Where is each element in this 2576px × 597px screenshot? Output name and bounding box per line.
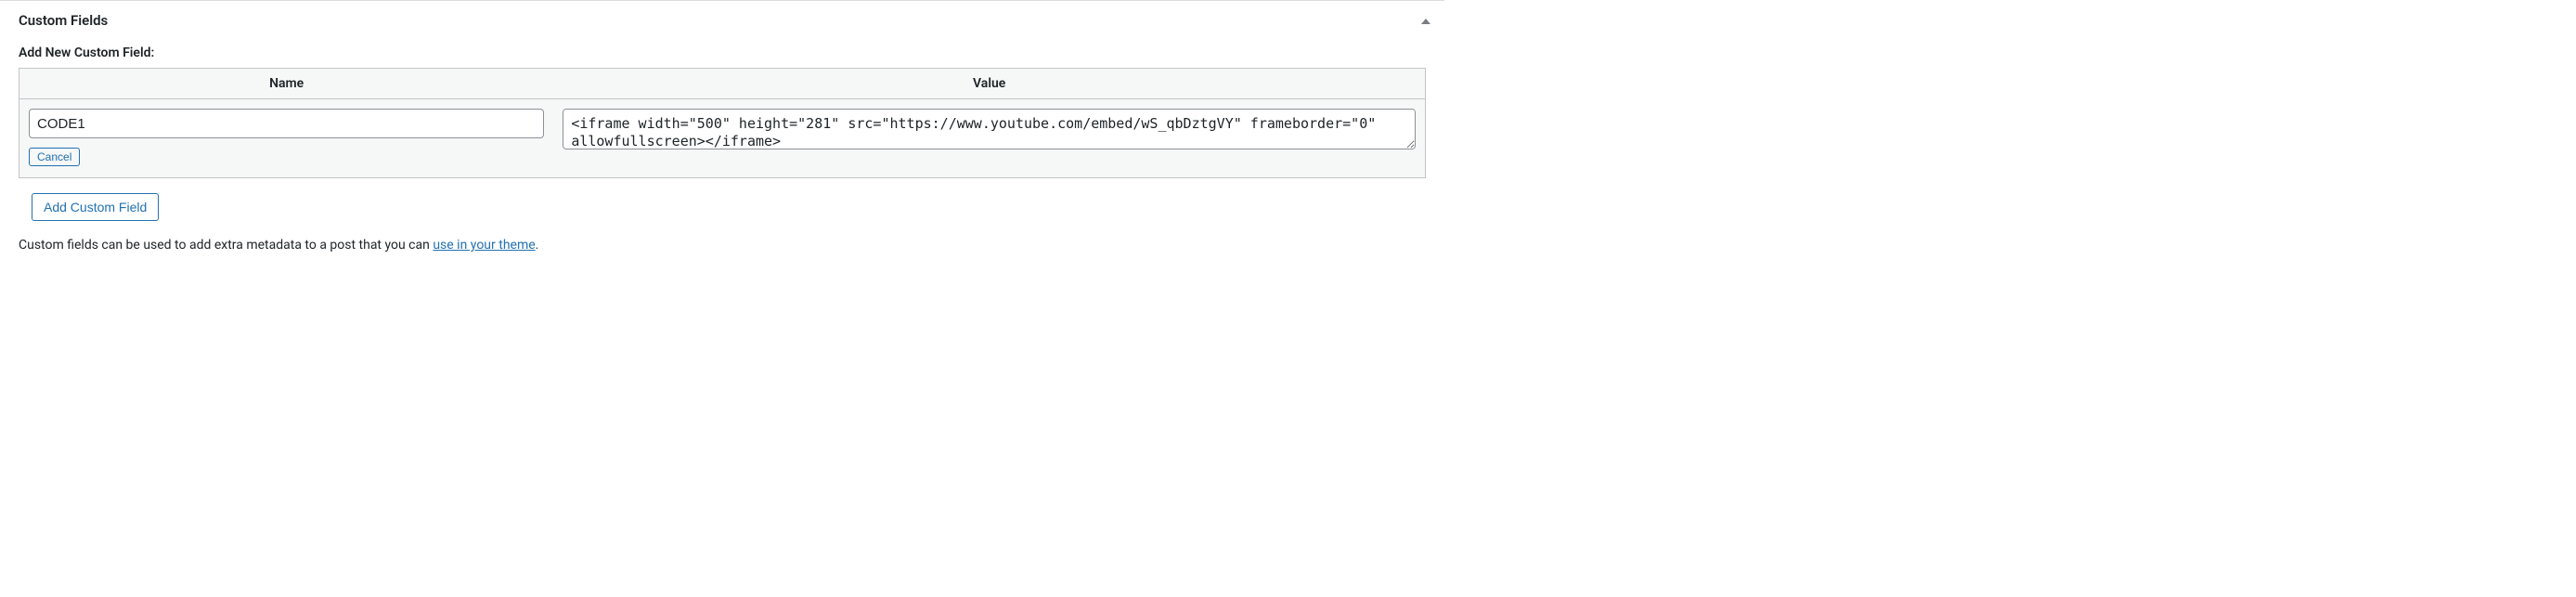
collapse-panel-button[interactable] (1413, 8, 1439, 34)
triangle-up-icon (1421, 15, 1430, 29)
add-custom-field-button[interactable]: Add Custom Field (32, 193, 159, 221)
field-name-input[interactable] (29, 109, 544, 138)
cancel-button[interactable]: Cancel (29, 148, 80, 166)
custom-field-table: Name Value Cancel (19, 68, 1426, 178)
column-header-name: Name (19, 69, 553, 99)
theme-docs-link[interactable]: use in your theme (433, 238, 535, 253)
description-suffix: . (536, 238, 539, 253)
description-text: Custom fields can be used to add extra m… (19, 238, 1426, 253)
field-value-textarea[interactable] (563, 109, 1416, 149)
panel-title: Custom Fields (19, 12, 1426, 29)
custom-fields-panel: Custom Fields Add New Custom Field: Name… (0, 1, 1444, 253)
description-prefix: Custom fields can be used to add extra m… (19, 238, 433, 253)
column-header-value: Value (553, 69, 1425, 99)
add-new-heading: Add New Custom Field: (19, 45, 1426, 60)
